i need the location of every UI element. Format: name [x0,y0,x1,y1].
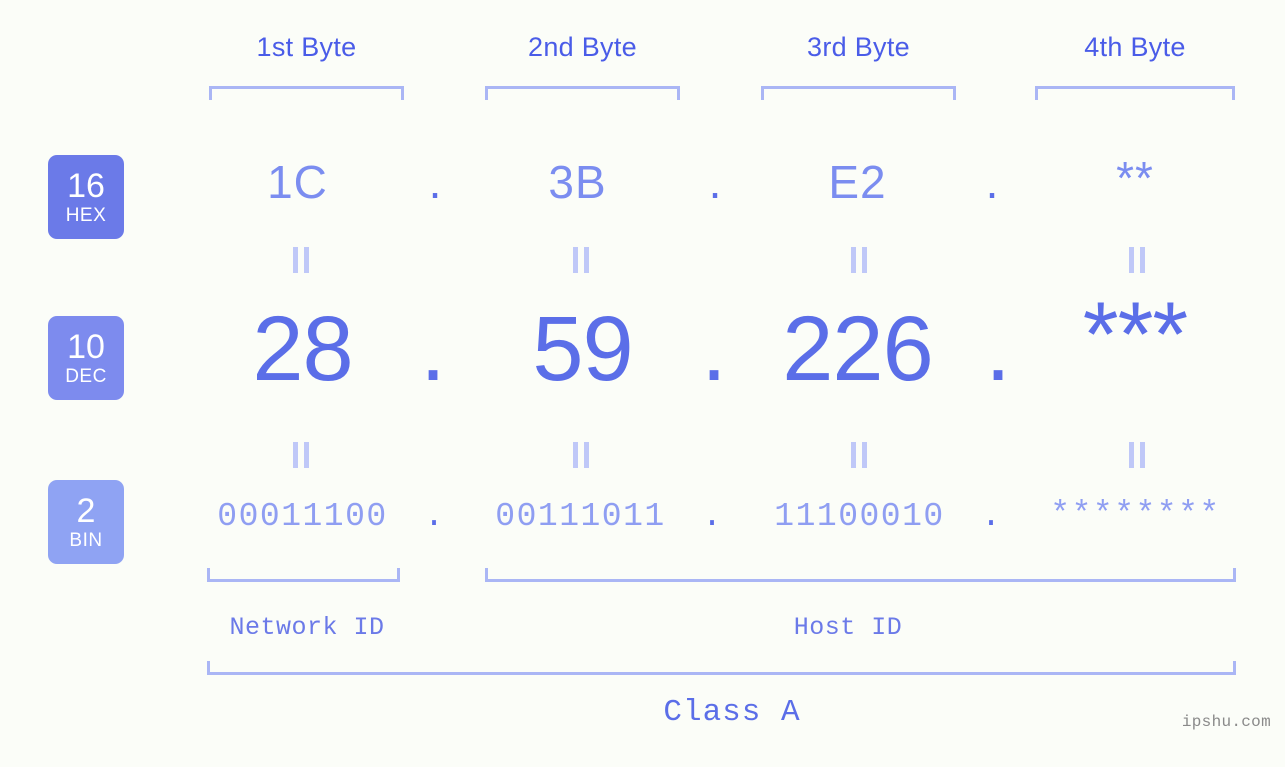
dec-byte-1: 28 [252,298,353,400]
hex-separator-1: . [428,156,442,208]
bin-separator-3: . [981,498,1001,535]
equals-hex-dec-4 [1126,247,1148,273]
dec-byte-2: 59 [532,298,633,400]
base-badge-bin-name: BIN [69,530,103,551]
byte-bracket-2 [485,86,680,100]
equals-dec-bin-4 [1126,442,1148,468]
equals-hex-dec-3 [848,247,870,273]
dec-separator-3: . [985,298,1011,400]
base-badge-dec-radix: 10 [67,328,105,366]
base-badge-dec-name: DEC [65,366,107,387]
equals-dec-bin-3 [848,442,870,468]
site-watermark: ipshu.com [1181,713,1271,731]
network-id-label: Network ID [229,613,385,642]
host-id-label: Host ID [793,613,903,642]
bin-separator-2: . [702,498,722,535]
base-badge-hex-radix: 16 [67,167,105,205]
hex-byte-4: ** [1116,152,1154,204]
equals-hex-dec-1 [290,247,312,273]
network-id-bracket [207,568,400,582]
hex-byte-2: 3B [548,156,607,208]
base-badge-hex: 16 HEX [48,155,124,239]
bin-byte-3: 11100010 [774,498,945,535]
bin-byte-4: ******** [1050,496,1221,533]
base-badge-bin: 2 BIN [48,480,124,564]
hex-byte-1: 1C [267,156,328,208]
byte-header-2: 2nd Byte [528,32,637,62]
bin-byte-2: 00111011 [495,498,666,535]
host-id-bracket [485,568,1236,582]
class-bracket [207,661,1236,675]
hex-byte-3: E2 [828,156,887,208]
class-label: Class A [663,695,801,730]
hex-separator-3: . [985,156,999,208]
byte-bracket-1 [209,86,404,100]
byte-header-4: 4th Byte [1084,32,1186,62]
hex-separator-2: . [708,156,722,208]
dec-byte-4: *** [1082,284,1188,386]
bin-byte-1: 00011100 [217,498,388,535]
byte-header-1: 1st Byte [256,32,357,62]
base-badge-bin-radix: 2 [76,492,96,530]
equals-dec-bin-2 [570,442,592,468]
equals-hex-dec-2 [570,247,592,273]
ip-address-breakdown-diagram: 1st Byte 2nd Byte 3rd Byte 4th Byte 16 H… [0,0,1285,767]
dec-byte-3: 226 [782,298,934,400]
base-badge-hex-name: HEX [65,205,107,226]
dec-separator-1: . [420,298,446,400]
byte-header-3: 3rd Byte [807,32,910,62]
byte-bracket-4 [1035,86,1235,100]
bin-separator-1: . [424,498,444,535]
equals-dec-bin-1 [290,442,312,468]
byte-bracket-3 [761,86,956,100]
base-badge-dec: 10 DEC [48,316,124,400]
dec-separator-2: . [701,298,727,400]
